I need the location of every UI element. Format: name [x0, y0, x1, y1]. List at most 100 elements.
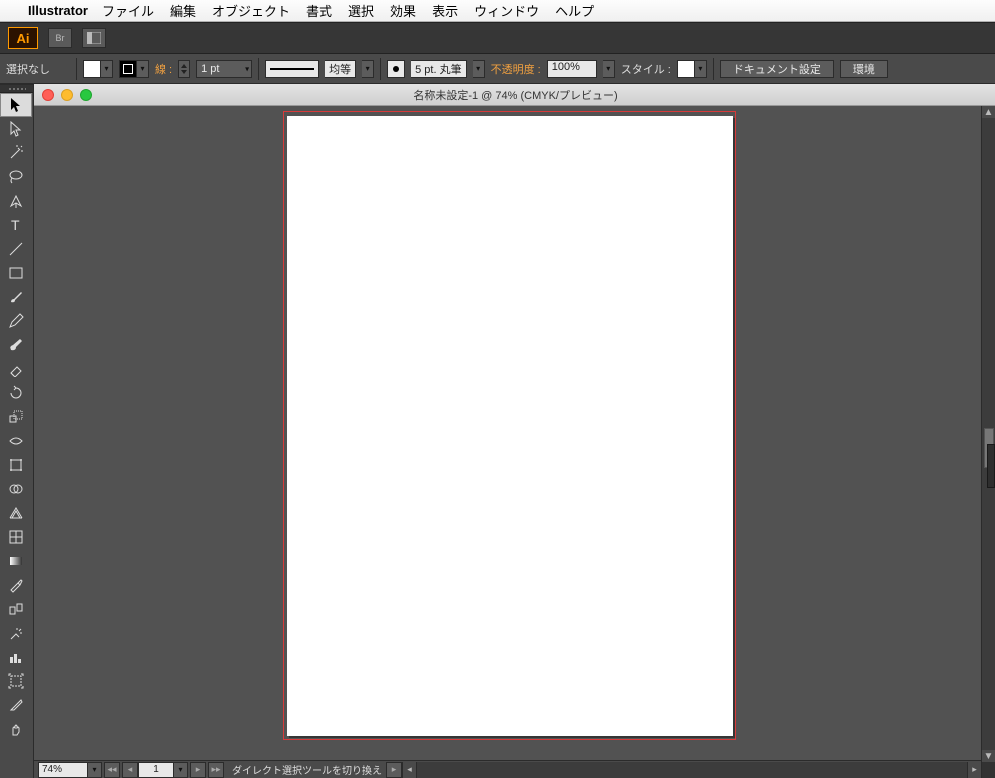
- stroke-dropdown-caret-icon[interactable]: ▾: [137, 60, 149, 78]
- separator: [380, 58, 381, 80]
- first-artboard-button[interactable]: ◂◂: [104, 762, 120, 778]
- canvas[interactable]: [34, 106, 995, 760]
- fill-swatch[interactable]: ▾: [83, 60, 113, 78]
- selection-status: 選択なし: [6, 61, 50, 77]
- zoom-dropdown-caret-icon[interactable]: ▾: [88, 762, 102, 778]
- stroke-weight-input[interactable]: 1 pt ▾: [196, 60, 252, 78]
- style-caret-icon[interactable]: ▾: [695, 60, 707, 78]
- collapsed-panel-tab[interactable]: [987, 444, 995, 488]
- shape-builder-tool[interactable]: [0, 477, 32, 501]
- opacity-label: 不透明度 :: [491, 61, 541, 77]
- zoom-window-button[interactable]: [80, 89, 92, 101]
- profile-label: 均等: [325, 60, 356, 78]
- artboard[interactable]: [287, 116, 733, 736]
- brush-definition[interactable]: [387, 60, 405, 78]
- artboard-caret-icon[interactable]: ▾: [174, 762, 188, 778]
- column-graph-tool[interactable]: [0, 645, 32, 669]
- style-label: スタイル :: [621, 61, 671, 77]
- stroke-swatch[interactable]: ▾: [119, 60, 149, 78]
- brush-caret-icon[interactable]: ▾: [473, 60, 485, 78]
- eyedropper-tool[interactable]: [0, 573, 32, 597]
- status-bar: 74% ▾ ◂◂ ◂ 1 ▾ ▸ ▸▸ ダイレクト選択ツールを切り換え ▸ ◂ …: [34, 760, 995, 778]
- free-transform-tool[interactable]: [0, 453, 32, 477]
- hand-tool[interactable]: [0, 717, 32, 741]
- artboard-tool[interactable]: [0, 669, 32, 693]
- menu-type[interactable]: 書式: [306, 1, 332, 20]
- close-window-button[interactable]: [42, 89, 54, 101]
- slice-tool[interactable]: [0, 693, 32, 717]
- fill-dropdown-caret-icon[interactable]: ▾: [101, 60, 113, 78]
- zoom-input[interactable]: 74%: [38, 762, 88, 778]
- brush-icon: [393, 66, 399, 72]
- scroll-track[interactable]: [982, 118, 995, 750]
- menu-file[interactable]: ファイル: [102, 1, 154, 20]
- arrange-documents-button[interactable]: [82, 28, 106, 48]
- perspective-grid-tool[interactable]: [0, 501, 32, 525]
- stroke-weight-stepper[interactable]: [178, 60, 190, 78]
- eraser-tool[interactable]: [0, 357, 32, 381]
- pencil-tool[interactable]: [0, 309, 32, 333]
- profile-caret-icon[interactable]: ▾: [362, 60, 374, 78]
- graphic-style-swatch[interactable]: ▾: [677, 60, 707, 78]
- horizontal-scrollbar[interactable]: [416, 762, 967, 778]
- symbol-sprayer-tool[interactable]: [0, 621, 32, 645]
- menu-help[interactable]: ヘルプ: [555, 1, 594, 20]
- next-artboard-button[interactable]: ▸: [190, 762, 206, 778]
- menu-edit[interactable]: 編集: [170, 1, 196, 20]
- menu-select[interactable]: 選択: [348, 1, 374, 20]
- scale-tool[interactable]: [0, 405, 32, 429]
- gradient-tool[interactable]: [0, 549, 32, 573]
- artboard-number-input[interactable]: 1: [138, 762, 174, 778]
- separator: [76, 58, 77, 80]
- menu-window[interactable]: ウィンドウ: [474, 1, 539, 20]
- width-tool[interactable]: [0, 429, 32, 453]
- scroll-left-icon[interactable]: ◂: [402, 762, 416, 778]
- scroll-up-icon[interactable]: ▲: [983, 106, 995, 118]
- zoom-value: 74%: [42, 764, 62, 775]
- stroke-profile-icon: [270, 68, 314, 70]
- workspace: T 名称未設定-1 @ 74% (CMYK/プレビュー): [0, 84, 995, 778]
- bridge-button[interactable]: Br: [48, 28, 72, 48]
- app-name[interactable]: Illustrator: [28, 3, 88, 18]
- rectangle-tool[interactable]: [0, 261, 32, 285]
- opacity-input[interactable]: 100%: [547, 60, 597, 78]
- blend-tool[interactable]: [0, 597, 32, 621]
- style-swatch-icon: [677, 60, 695, 78]
- status-menu-button[interactable]: ▸: [386, 762, 402, 778]
- preferences-button[interactable]: 環境: [840, 60, 888, 78]
- menu-effect[interactable]: 効果: [390, 1, 416, 20]
- control-bar: 選択なし ▾ ▾ 線 : 1 pt ▾ 均等 ▾ 5 pt. 丸筆 ▾ 不透明度…: [0, 54, 995, 84]
- pen-tool[interactable]: [0, 189, 32, 213]
- panel-grip[interactable]: [0, 85, 33, 93]
- minimize-window-button[interactable]: [61, 89, 73, 101]
- variable-width-profile[interactable]: [265, 60, 319, 78]
- selection-tool[interactable]: [0, 93, 32, 117]
- resize-corner[interactable]: [981, 762, 995, 778]
- blob-brush-tool[interactable]: [0, 333, 32, 357]
- line-tool[interactable]: [0, 237, 32, 261]
- svg-text:T: T: [11, 217, 20, 233]
- mesh-tool[interactable]: [0, 525, 32, 549]
- separator: [258, 58, 259, 80]
- document-setup-button[interactable]: ドキュメント設定: [720, 60, 834, 78]
- opacity-caret-icon[interactable]: ▾: [603, 60, 615, 78]
- stroke-label: 線 :: [155, 61, 172, 77]
- menu-view[interactable]: 表示: [432, 1, 458, 20]
- stroke-color-icon: [119, 60, 137, 78]
- prev-artboard-button[interactable]: ◂: [122, 762, 138, 778]
- scroll-right-icon[interactable]: ▸: [967, 762, 981, 778]
- last-artboard-button[interactable]: ▸▸: [208, 762, 224, 778]
- document-area: 名称未設定-1 @ 74% (CMYK/プレビュー) ▲ ▼ 74% ▾ ◂◂ …: [34, 84, 995, 778]
- illustrator-logo-icon[interactable]: Ai: [8, 27, 38, 49]
- vertical-scrollbar[interactable]: ▲ ▼: [981, 106, 995, 762]
- fill-color-icon: [83, 60, 101, 78]
- macos-menubar: Illustrator ファイル 編集 オブジェクト 書式 選択 効果 表示 ウ…: [0, 0, 995, 22]
- menu-object[interactable]: オブジェクト: [212, 1, 290, 20]
- scroll-down-icon[interactable]: ▼: [983, 750, 995, 762]
- magic-wand-tool[interactable]: [0, 141, 32, 165]
- type-tool[interactable]: T: [0, 213, 32, 237]
- rotate-tool[interactable]: [0, 381, 32, 405]
- lasso-tool[interactable]: [0, 165, 32, 189]
- paintbrush-tool[interactable]: [0, 285, 32, 309]
- direct-selection-tool[interactable]: [0, 117, 32, 141]
